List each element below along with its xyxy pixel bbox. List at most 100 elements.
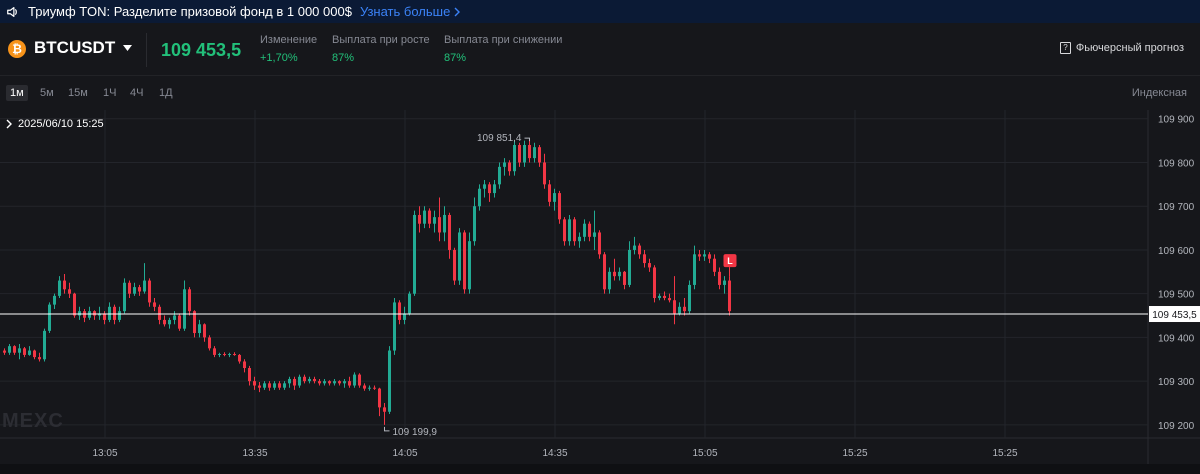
candle-body xyxy=(693,254,696,285)
price-chart[interactable]: MEXC 109 851,4 109 199,9 109 453,5 L 109 20… xyxy=(0,110,1200,464)
question-icon: ? xyxy=(1059,42,1071,54)
datetime-readout[interactable]: 2025/06/10 15:25 xyxy=(6,118,104,130)
timeframe-15m[interactable]: 15м xyxy=(64,85,92,101)
candle xyxy=(248,365,251,386)
candle xyxy=(663,291,666,301)
timeframe-1h[interactable]: 1Ч xyxy=(99,85,120,101)
candle xyxy=(38,352,41,362)
timeframe-bar: 1м 5м 15м 1Ч 4Ч 1Д Индексная xyxy=(0,82,1200,104)
stat-change-value: +1,70% xyxy=(260,52,298,64)
candle-body xyxy=(628,249,631,285)
candle xyxy=(253,376,256,390)
candle xyxy=(443,206,446,242)
candle-body xyxy=(548,184,551,202)
candle xyxy=(263,381,266,390)
candle-body xyxy=(378,388,381,408)
x-axis: 13:05 13:35 14:05 14:35 15:05 15:25 15:25 xyxy=(92,448,1017,459)
candle-body xyxy=(718,271,721,285)
candle xyxy=(88,306,91,320)
futures-forecast-button[interactable]: ? Фьючерсный прогноз xyxy=(1059,42,1184,54)
x-tick-label: 13:35 xyxy=(242,448,267,459)
high-price-label: 109 851,4 xyxy=(477,133,522,144)
y-axis: 109 200 109 300 109 400 109 500 109 600 109 7… xyxy=(1158,115,1195,432)
candle-body xyxy=(8,346,11,353)
candle-body xyxy=(93,311,96,316)
candle-body xyxy=(668,298,671,301)
candle xyxy=(433,210,436,233)
candle xyxy=(688,280,691,314)
candle xyxy=(378,387,381,417)
candlestick-chart[interactable]: MEXC 109 851,4 109 199,9 109 453,5 L 109 20… xyxy=(0,110,1200,464)
candle xyxy=(383,403,386,425)
instrument-header: ₿ BTCUSDT 109 453,5 Изменение +1,70% Вып… xyxy=(0,23,1200,76)
candle xyxy=(713,254,716,277)
low-price-label: 109 199,9 xyxy=(393,427,438,438)
candle xyxy=(393,298,396,355)
candle-body xyxy=(203,324,206,338)
candle xyxy=(398,300,401,325)
candle-body xyxy=(713,258,716,272)
candle xyxy=(563,217,566,246)
x-tick-label: 14:05 xyxy=(392,448,417,459)
candle xyxy=(228,352,231,358)
candle-body xyxy=(3,350,6,353)
learn-more-link[interactable]: Узнать больше xyxy=(360,4,461,19)
candle-body xyxy=(563,219,566,242)
bottom-strip xyxy=(0,464,1200,474)
candle-body xyxy=(128,282,131,294)
candle xyxy=(303,374,306,384)
candle xyxy=(363,383,366,391)
index-price-toggle[interactable]: Индексная xyxy=(1132,85,1187,101)
bitcoin-icon: ₿ xyxy=(8,40,26,58)
candle-body xyxy=(508,162,511,172)
candle-body xyxy=(73,293,76,316)
mexc-watermark: MEXC xyxy=(2,410,64,432)
candle-body xyxy=(413,214,416,294)
candle xyxy=(188,287,191,316)
candle-body xyxy=(123,282,126,312)
symbol-selector[interactable]: BTCUSDT xyxy=(34,38,133,58)
timeframe-4h[interactable]: 4Ч xyxy=(126,85,147,101)
candle xyxy=(598,230,601,259)
timeframe-1d[interactable]: 1Д xyxy=(155,85,177,101)
candle-body xyxy=(368,387,371,389)
candle-body xyxy=(488,184,491,194)
chevron-right-icon xyxy=(6,119,12,129)
candle-body xyxy=(308,378,311,382)
candle-body xyxy=(208,337,211,349)
candle-body xyxy=(248,368,251,382)
long-position-marker: L xyxy=(723,254,737,277)
stat-change-label: Изменение xyxy=(260,34,318,46)
candle xyxy=(708,252,711,264)
candle xyxy=(173,311,176,325)
y-tick-label: 109 500 xyxy=(1158,290,1195,301)
candle-body xyxy=(158,306,161,320)
candle xyxy=(628,241,631,288)
timeframe-5m[interactable]: 5м xyxy=(36,85,58,101)
candle xyxy=(483,179,486,198)
candle-body xyxy=(603,254,606,290)
candle xyxy=(63,274,66,294)
candle xyxy=(413,210,416,296)
candle xyxy=(463,230,466,294)
candle-body xyxy=(253,381,256,386)
candle-body xyxy=(48,304,51,331)
promo-banner[interactable]: Триумф TON: Разделите призовой фонд в 1 … xyxy=(0,0,1200,23)
x-tick-label: 15:05 xyxy=(692,448,717,459)
candle xyxy=(583,219,586,242)
candle xyxy=(298,374,301,388)
candle xyxy=(218,352,221,358)
candle xyxy=(143,263,146,294)
candle-body xyxy=(498,166,501,185)
x-tick-label: 15:25 xyxy=(842,448,867,459)
candle xyxy=(288,376,291,388)
candle-body xyxy=(423,210,426,224)
candle xyxy=(13,345,16,355)
candle xyxy=(108,302,111,323)
candle xyxy=(308,376,311,384)
timeframe-1m[interactable]: 1м xyxy=(6,85,28,101)
candle-body xyxy=(33,350,36,358)
candle-body xyxy=(623,271,626,285)
promo-banner-text: Триумф TON: Разделите призовой фонд в 1 … xyxy=(28,4,352,19)
candle xyxy=(343,378,346,388)
